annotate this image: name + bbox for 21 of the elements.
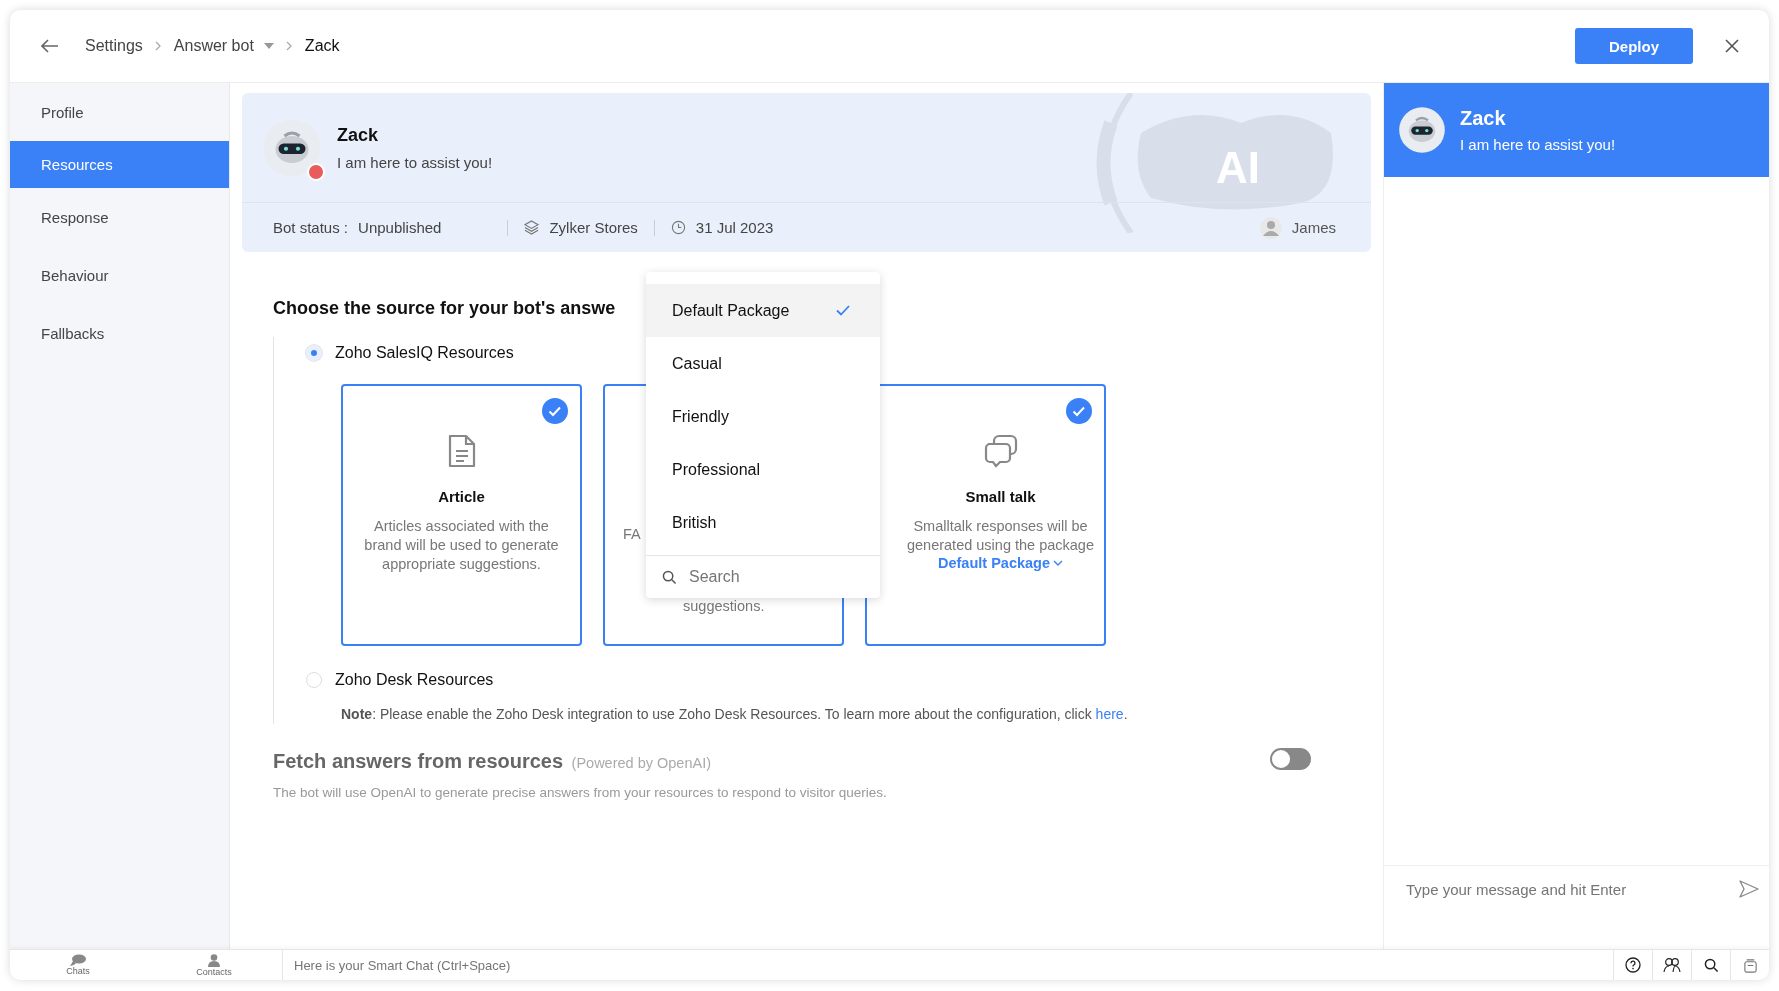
fetch-answers-description: The bot will use OpenAI to generate precise answers from your resources to respond to visitor queries. bbox=[273, 785, 888, 800]
bot-name: Zack bbox=[1460, 107, 1507, 130]
bot-tagline: I am here to assist you! bbox=[1460, 136, 1616, 153]
bot-name: Zack bbox=[337, 124, 380, 146]
card-description: Articles associated with the brand will be used to generate appropriate suggestions. bbox=[363, 517, 560, 574]
owner-name: James bbox=[1291, 219, 1336, 236]
created-date: 31 Jul 2023 bbox=[695, 219, 774, 236]
card-description: Smalltalk responses will be generated using the package bbox=[905, 517, 1095, 555]
breadcrumb-item: Zack bbox=[304, 37, 340, 55]
fetch-answers-title: Fetch answers from resources bbox=[273, 750, 564, 772]
status-value: Unpublished bbox=[358, 219, 442, 236]
powered-by-label: (Powered by OpenAI) bbox=[571, 755, 711, 771]
card-title: Small talk bbox=[965, 488, 1036, 505]
card-description: FA bbox=[623, 526, 641, 542]
brand-name: Zylker Stores bbox=[549, 219, 638, 236]
status-label: Bot status : bbox=[273, 219, 349, 236]
card-description: suggestions. bbox=[683, 598, 765, 614]
section-heading: Choose the source for your bot's answe bbox=[273, 298, 616, 319]
bot-tagline: I am here to assist you! bbox=[337, 153, 493, 171]
note-text: Note: Please enable the Zoho Desk integration to use Zoho Desk Resources. To learn more about the configuration, click here. bbox=[341, 706, 1129, 722]
card-title: Article bbox=[438, 488, 485, 505]
